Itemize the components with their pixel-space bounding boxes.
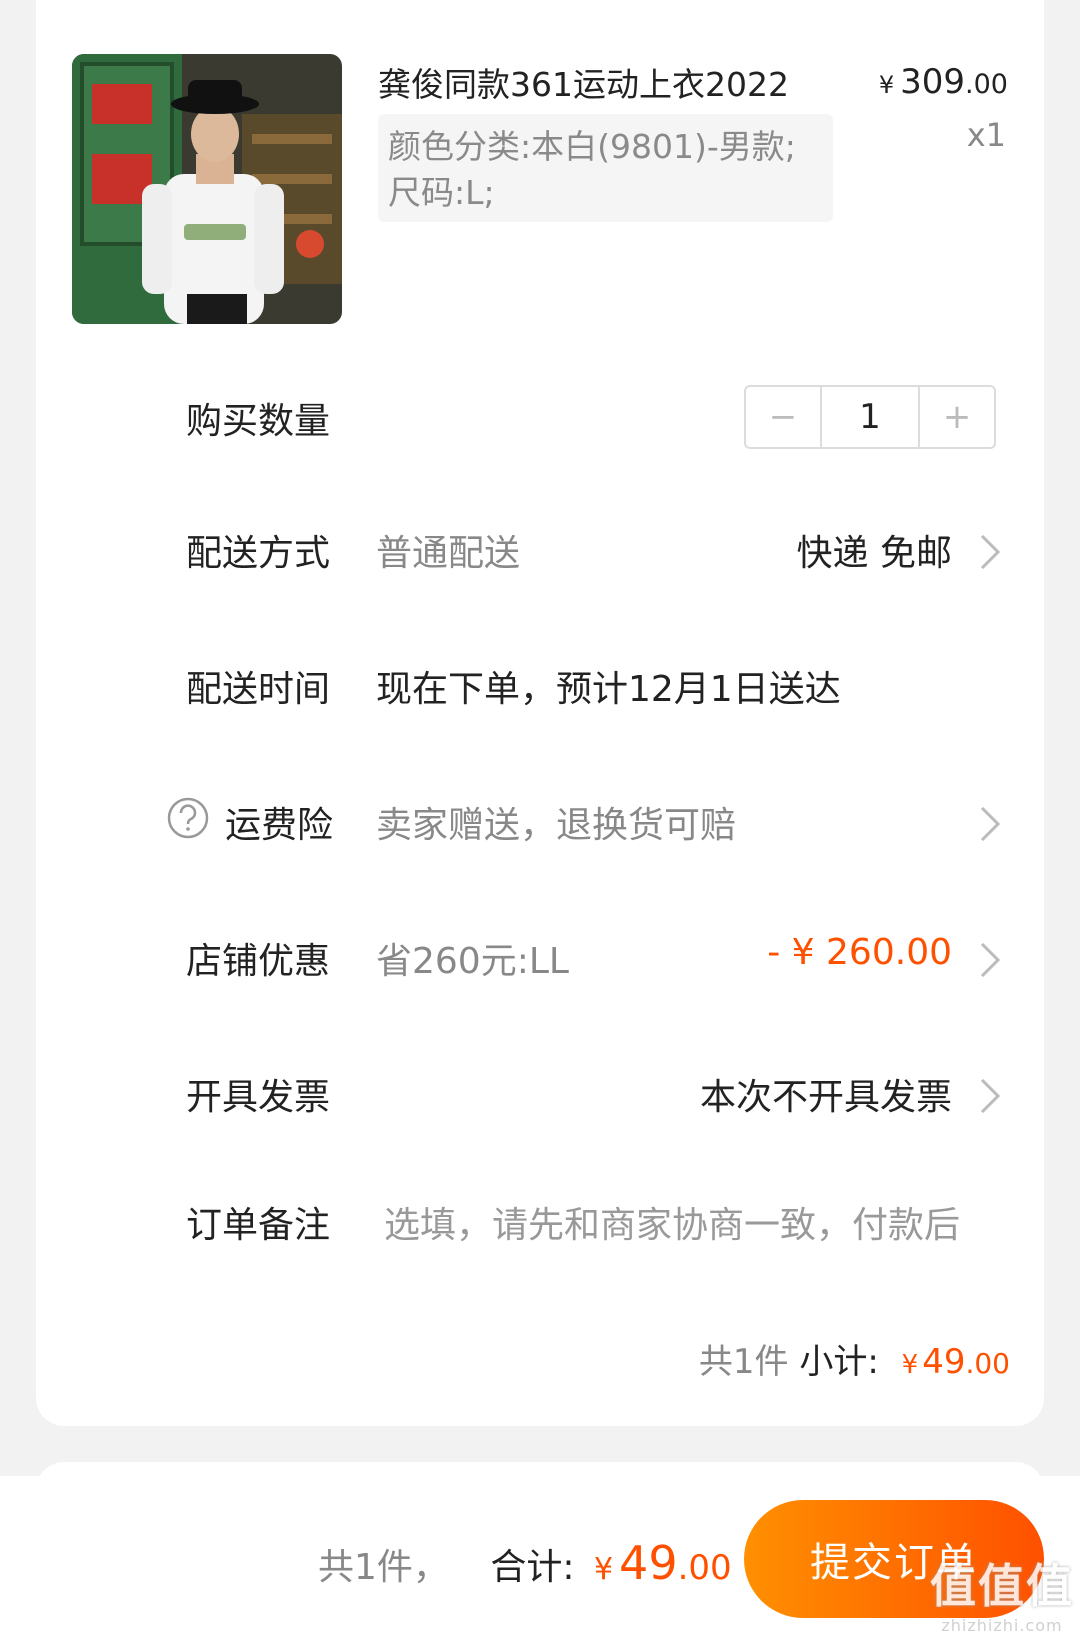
order-note-label: 订单备注	[186, 1205, 331, 1246]
chevron-right-icon	[980, 1078, 1001, 1114]
quantity-value[interactable]: 1	[820, 387, 920, 447]
quantity-label: 购买数量	[186, 401, 331, 442]
increase-button[interactable]: +	[920, 387, 994, 447]
subtotal-cents: .00	[965, 1347, 1010, 1380]
total-main: 49	[619, 1536, 678, 1590]
total-count: 共1件，	[318, 1547, 449, 1588]
order-note-input[interactable]: 选填，请先和商家协商一致，付款后	[384, 1196, 960, 1248]
invoice-row[interactable]: 开具发票 本次不开具发票	[0, 1068, 1080, 1128]
chevron-right-icon	[980, 534, 1001, 570]
price-main: 309	[900, 62, 966, 102]
delivery-time-value: 现在下单，预计12月1日送达	[376, 669, 841, 710]
shipping-insurance-label: 运费险	[225, 805, 334, 846]
chevron-right-icon	[980, 806, 1001, 842]
invoice-label: 开具发票	[186, 1077, 331, 1118]
store-discount-row[interactable]: 店铺优惠 省260元:LL - ¥ 260.00	[0, 932, 1080, 992]
product-image[interactable]	[72, 54, 342, 324]
currency-symbol: ¥	[878, 71, 895, 99]
product-title[interactable]: 龚俊同款361运动上衣2022	[378, 58, 789, 106]
invoice-value: 本次不开具发票	[699, 1077, 952, 1118]
price-cents: .00	[965, 69, 1008, 100]
total-label: 合计:	[490, 1547, 575, 1588]
sku-size: 尺码:L;	[388, 173, 495, 212]
decrease-button[interactable]: −	[746, 387, 820, 447]
order-note-row: 订单备注 选填，请先和商家协商一致，付款后	[0, 1196, 1080, 1256]
help-icon[interactable]	[166, 796, 210, 840]
product-quantity: x1	[966, 116, 1006, 154]
quantity-stepper[interactable]: − 1 +	[744, 385, 996, 449]
delivery-time-label: 配送时间	[186, 669, 331, 710]
total-cents: .00	[677, 1548, 732, 1588]
delivery-time-row: 配送时间 现在下单，预计12月1日送达	[0, 660, 1080, 720]
product-price: ¥309.00	[879, 62, 1008, 102]
order-total: 共1件， 合计: ¥49.00	[318, 1536, 732, 1590]
watermark-url: zhizhizhi.com	[941, 1616, 1063, 1635]
store-discount-label: 店铺优惠	[186, 941, 331, 982]
site-watermark: 值值值 zhizhizhi.com	[930, 1550, 1074, 1635]
subtotal-count: 共1件	[698, 1342, 789, 1382]
store-discount-amount: - ¥ 260.00	[767, 932, 952, 973]
subtotal-main: 49	[922, 1342, 966, 1382]
delivery-fee: 快递 免邮	[796, 533, 952, 574]
store-discount-value: 省260元:LL	[376, 941, 569, 982]
delivery-method-value: 普通配送	[376, 533, 521, 574]
total-amount: ¥49.00	[586, 1536, 732, 1590]
sku-color-size: 颜色分类:本白(9801)-男款;	[388, 127, 796, 166]
currency-symbol: ¥	[901, 1350, 919, 1380]
product-photo	[72, 54, 342, 324]
delivery-method-label: 配送方式	[186, 533, 331, 574]
shipping-insurance-value: 卖家赠送，退换货可赔	[376, 805, 737, 846]
subtotal: 共1件 小计: ¥49.00	[699, 1334, 1010, 1383]
watermark-logo: 值值值	[930, 1559, 1074, 1613]
subtotal-label: 小计:	[799, 1342, 879, 1382]
chevron-right-icon	[980, 942, 1001, 978]
shipping-insurance-row[interactable]: 运费险 卖家赠送，退换货可赔	[0, 796, 1080, 856]
currency-symbol: ¥	[593, 1552, 614, 1587]
subtotal-amount: ¥49.00	[890, 1342, 1010, 1382]
delivery-method-row[interactable]: 配送方式 普通配送 快递 免邮	[0, 524, 1080, 584]
sku-info[interactable]: 颜色分类:本白(9801)-男款; 尺码:L;	[378, 114, 833, 222]
